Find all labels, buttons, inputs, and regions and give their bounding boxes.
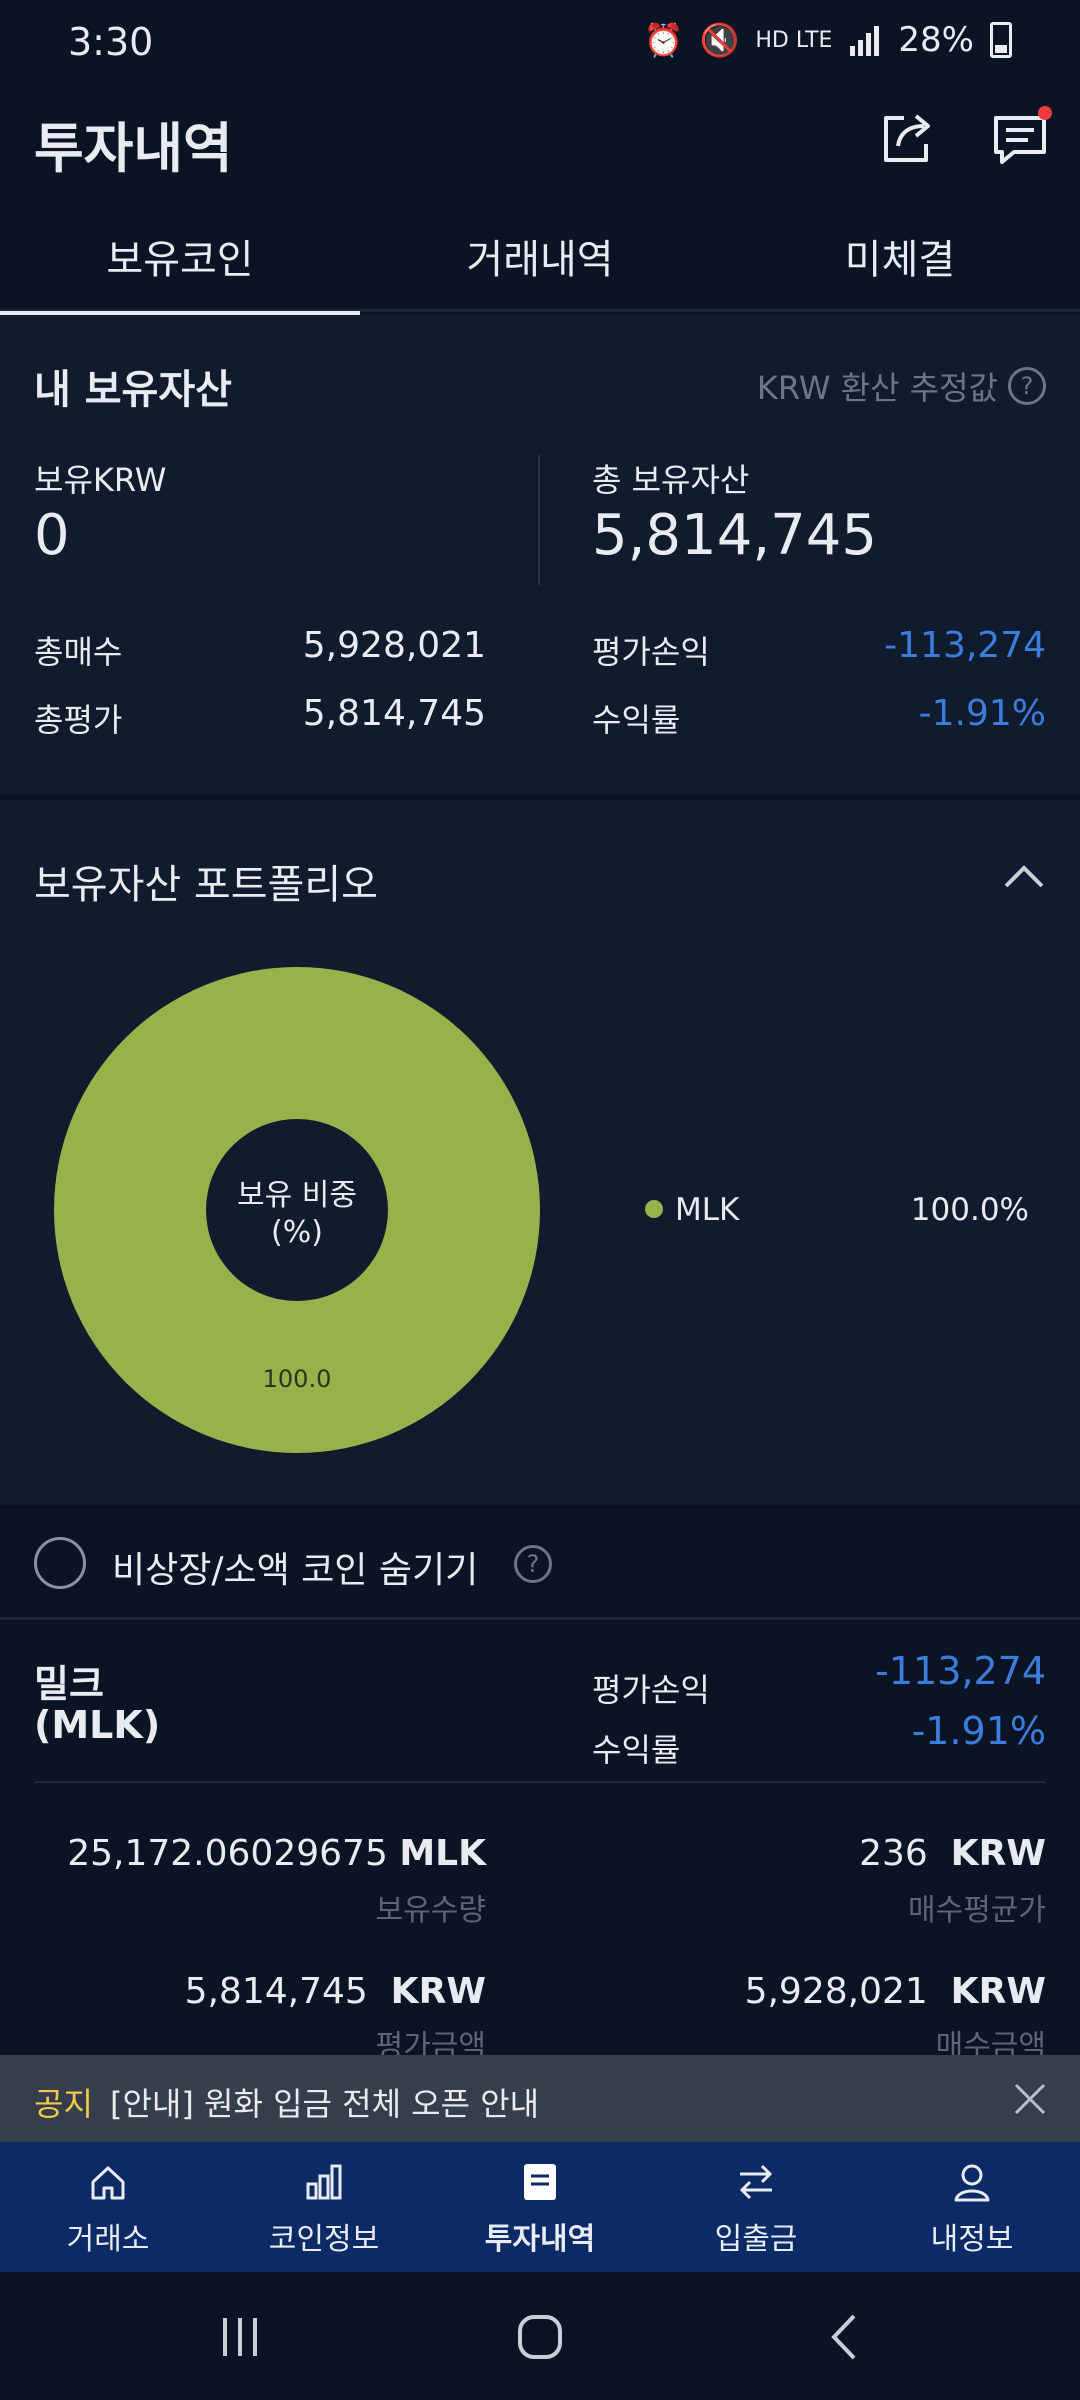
avg-price-value: 236 KRW [859, 1833, 1046, 1874]
total-eval-label: 총평가 [34, 701, 123, 739]
status-time: 3:30 [68, 20, 154, 64]
buy-amount-value: 5,928,021 KRW [744, 1971, 1046, 2012]
my-assets-section: 내 보유자산 KRW 환산 추정값 ? 보유KRW 0 총 보유자산 5,814… [0, 315, 1080, 795]
coin-return-value: -1.91% [911, 1709, 1046, 1753]
coin-holding-card[interactable]: 밀크 (MLK) 평가손익 -113,274 수익률 -1.91% 25,172… [0, 1623, 1080, 2064]
back-icon[interactable] [820, 2312, 870, 2362]
status-bar: 3:30 ⏰ 🔇 HD LTE 28% [0, 0, 1080, 90]
nav-deposit-withdraw[interactable]: 입출금 [648, 2142, 864, 2272]
donut-center-label: 보유 비중 [237, 1178, 357, 1213]
chevron-up-icon[interactable] [1002, 860, 1046, 890]
notice-text[interactable]: [안내] 원화 입금 전체 오픈 안내 [110, 2079, 539, 2125]
avg-price-label: 매수평균가 [908, 1893, 1046, 1928]
legend-item-mlk: MLK 100.0% [645, 1188, 1035, 1232]
person-icon [954, 2164, 990, 2202]
quantity-value: 25,172.06029675 MLK [67, 1833, 486, 1874]
status-icons: ⏰ 🔇 HD LTE 28% [644, 20, 1012, 60]
app-header: 투자내역 [0, 90, 1080, 210]
hide-small-coins-label: 비상장/소액 코인 숨기기 [112, 1550, 479, 1591]
held-krw-label: 보유KRW [34, 461, 167, 499]
bar-chart-icon [306, 2164, 342, 2200]
pnl-value: -113,274 [884, 625, 1046, 666]
pnl-label: 평가손익 [592, 633, 710, 671]
share-button[interactable] [876, 106, 940, 170]
hide-small-coins-radio[interactable] [34, 1537, 86, 1589]
held-krw-value: 0 [34, 503, 70, 568]
bottom-nav: 거래소 코인정보 투자내역 입출금 내정보 [0, 2142, 1080, 2272]
list-icon [524, 2164, 556, 2200]
nav-label: 입출금 [714, 2222, 798, 2257]
divider [34, 1781, 1046, 1783]
return-label: 수익률 [592, 701, 681, 739]
notification-dot [1038, 106, 1052, 120]
total-buy-label: 총매수 [34, 633, 123, 671]
nav-label: 거래소 [66, 2222, 150, 2257]
portfolio-title: 보유자산 포트폴리오 [34, 862, 378, 908]
coin-pnl-value: -113,274 [875, 1649, 1046, 1693]
coin-pnl-label: 평가손익 [592, 1671, 710, 1709]
tab-holdings[interactable]: 보유코인 [0, 200, 360, 315]
signal-icon [850, 26, 880, 56]
help-icon: ? [1008, 367, 1046, 405]
return-value: -1.91% [918, 693, 1046, 734]
mute-icon: 🔇 [699, 21, 740, 59]
coin-symbol: (MLK) [34, 1703, 161, 1747]
battery-icon [990, 22, 1012, 58]
legend-name: MLK [675, 1192, 740, 1228]
donut-center-unit: (%) [271, 1215, 323, 1250]
coin-return-label: 수익률 [592, 1731, 681, 1769]
portfolio-donut-chart: 보유 비중 (%) 100.0 [54, 967, 540, 1453]
tab-open-orders[interactable]: 미체결 [720, 200, 1080, 312]
transfer-icon [739, 2164, 773, 2200]
nav-label: 투자내역 [484, 2222, 596, 2257]
quantity-label: 보유수량 [375, 1893, 486, 1928]
eval-amount-value: 5,814,745 KRW [184, 1971, 486, 2012]
battery-percent: 28% [898, 20, 974, 60]
home-icon [91, 2166, 125, 2200]
recent-apps-icon[interactable] [215, 2312, 265, 2362]
message-button[interactable] [988, 106, 1052, 170]
krw-note-label: KRW 환산 추정값 [756, 369, 998, 407]
alarm-icon: ⏰ [643, 21, 684, 59]
slice-value-label: 100.0 [263, 1365, 332, 1393]
page-title: 투자내역 [34, 117, 233, 180]
krw-estimate-note[interactable]: KRW 환산 추정값 ? [757, 363, 1046, 409]
hide-small-coins-row[interactable]: 비상장/소액 코인 숨기기 ? [0, 1505, 1080, 1620]
total-assets-label: 총 보유자산 [592, 461, 750, 499]
nav-exchange[interactable]: 거래소 [0, 2142, 216, 2272]
nav-coin-info[interactable]: 코인정보 [216, 2142, 432, 2272]
close-icon[interactable] [1012, 2081, 1048, 2117]
coin-name: 밀크 [34, 1662, 104, 1706]
nav-investments[interactable]: 투자내역 [432, 2142, 648, 2272]
total-eval-value: 5,814,745 [302, 693, 486, 734]
network-label: HD LTE [755, 27, 833, 53]
tab-bar: 보유코인 거래내역 미체결 [0, 200, 1080, 315]
system-nav-bar [0, 2272, 1080, 2400]
notice-banner[interactable]: 공지 [안내] 원화 입금 전체 오픈 안내 [0, 2055, 1080, 2142]
notice-tag: 공지 [34, 2085, 93, 2123]
nav-label: 내정보 [930, 2222, 1014, 2257]
total-assets-value: 5,814,745 [592, 503, 878, 568]
help-icon[interactable]: ? [514, 1545, 552, 1583]
nav-my-info[interactable]: 내정보 [864, 2142, 1080, 2272]
legend-percent: 100.0% [910, 1192, 1029, 1228]
share-icon [884, 114, 930, 162]
assets-title: 내 보유자산 [34, 367, 232, 413]
total-buy-value: 5,928,021 [302, 625, 486, 666]
legend-color-dot [645, 1200, 663, 1218]
portfolio-section: 보유자산 포트폴리오 보유 비중 (%) 100.0 MLK 100.0% [0, 800, 1080, 1505]
home-button-icon[interactable] [515, 2312, 565, 2362]
nav-label: 코인정보 [268, 2222, 380, 2257]
divider [538, 455, 540, 585]
tab-transactions[interactable]: 거래내역 [360, 200, 720, 312]
